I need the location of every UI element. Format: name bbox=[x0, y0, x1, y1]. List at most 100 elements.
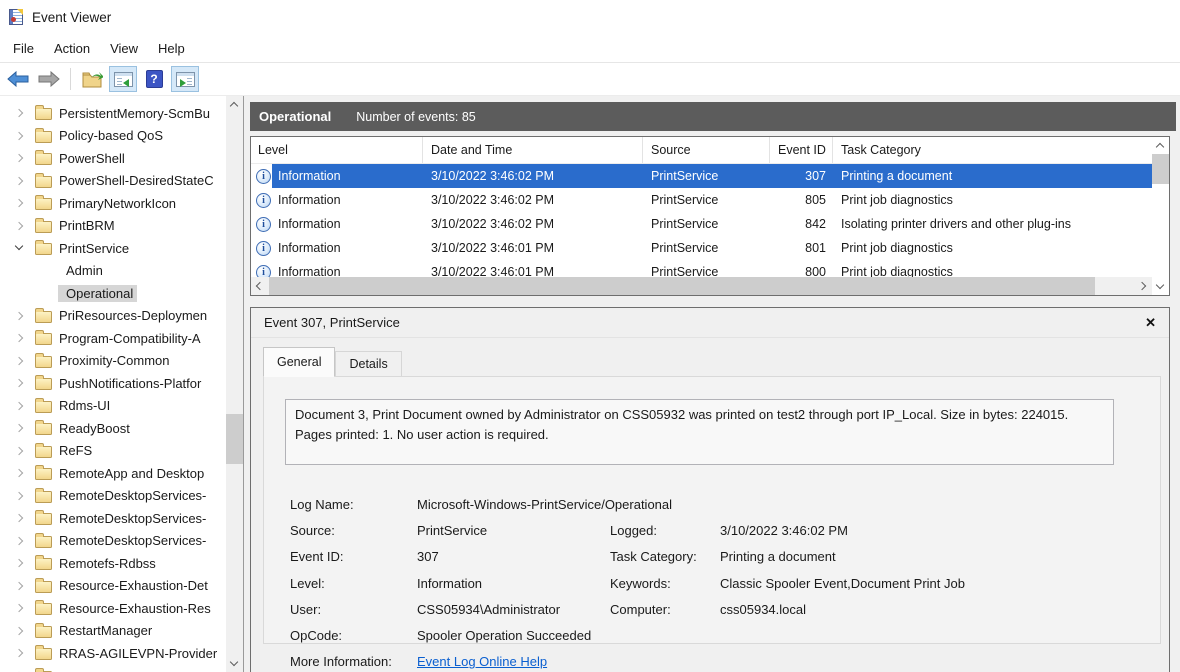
tree-item[interactable]: PowerShell bbox=[0, 147, 226, 170]
chevron-icon[interactable] bbox=[12, 375, 28, 391]
chevron-icon[interactable] bbox=[12, 195, 28, 211]
chevron-icon[interactable] bbox=[12, 150, 28, 166]
field-label-source: Source: bbox=[290, 523, 417, 538]
chevron-icon[interactable] bbox=[12, 443, 28, 459]
column-header-source[interactable]: Source bbox=[643, 137, 770, 163]
tree-item[interactable]: RestartManager bbox=[0, 620, 226, 643]
tree-item[interactable]: RRAS-AGILEVPN-Provider bbox=[0, 642, 226, 665]
scroll-left-icon[interactable] bbox=[251, 277, 268, 295]
console-tree-toggle-button[interactable] bbox=[109, 66, 137, 92]
field-label-event-id: Event ID: bbox=[290, 549, 417, 564]
chevron-icon[interactable] bbox=[12, 488, 28, 504]
chevron-icon[interactable] bbox=[12, 128, 28, 144]
chevron-icon[interactable] bbox=[12, 555, 28, 571]
scroll-up-icon[interactable] bbox=[1152, 137, 1169, 154]
table-vertical-scrollbar[interactable] bbox=[1152, 137, 1169, 295]
tree-item-label: RestartManager bbox=[59, 623, 152, 638]
tree-item[interactable]: RemoteDesktopServices- bbox=[0, 485, 226, 508]
information-icon bbox=[256, 217, 271, 232]
horizontal-scrollbar-thumb[interactable] bbox=[269, 277, 1095, 295]
chevron-icon[interactable] bbox=[12, 600, 28, 616]
chevron-icon[interactable] bbox=[12, 353, 28, 369]
tree-item[interactable]: Rdms-UI bbox=[0, 395, 226, 418]
menu-view[interactable]: View bbox=[100, 37, 148, 60]
forward-button[interactable] bbox=[35, 66, 63, 92]
menu-help[interactable]: Help bbox=[148, 37, 195, 60]
chevron-icon[interactable] bbox=[12, 105, 28, 121]
tree-item[interactable]: RemoteDesktopServices- bbox=[0, 530, 226, 553]
tree-item[interactable]: Policy-based QoS bbox=[0, 125, 226, 148]
information-icon bbox=[256, 193, 271, 208]
tree-item[interactable]: ReadyBoost bbox=[0, 417, 226, 440]
chevron-icon[interactable] bbox=[12, 668, 28, 672]
chevron-icon[interactable] bbox=[12, 645, 28, 661]
tree-item[interactable]: RemoteDesktopServices- bbox=[0, 507, 226, 530]
tree-item[interactable]: Resource-Exhaustion-Res bbox=[0, 597, 226, 620]
chevron-icon[interactable] bbox=[12, 398, 28, 414]
event-level: Information bbox=[278, 193, 341, 207]
chevron-icon[interactable] bbox=[12, 218, 28, 234]
tree-item[interactable]: ReFS bbox=[0, 440, 226, 463]
forward-arrow-icon bbox=[38, 71, 60, 87]
tree-item-label: Resource-Exhaustion-Det bbox=[59, 578, 208, 593]
tree-item[interactable]: PrintService bbox=[0, 237, 226, 260]
close-icon[interactable]: ✕ bbox=[1145, 315, 1156, 331]
chevron-icon[interactable] bbox=[12, 173, 28, 189]
event-task-category: Printing a document bbox=[833, 169, 1152, 183]
tree-item[interactable]: Proximity-Common bbox=[0, 350, 226, 373]
export-folder-button[interactable] bbox=[78, 66, 106, 92]
tree-item[interactable]: PowerShell-DesiredStateC bbox=[0, 170, 226, 193]
field-value-log-name: Microsoft-Windows-PrintService/Operation… bbox=[417, 497, 1160, 512]
tab-general[interactable]: General bbox=[263, 347, 335, 376]
tree-item[interactable]: PersistentMemory-ScmBu bbox=[0, 102, 226, 125]
chevron-icon[interactable] bbox=[12, 420, 28, 436]
column-header-task-category[interactable]: Task Category bbox=[833, 137, 1152, 163]
tree-item[interactable]: PriResources-Deploymen bbox=[0, 305, 226, 328]
chevron-icon[interactable] bbox=[12, 578, 28, 594]
back-button[interactable] bbox=[4, 66, 32, 92]
help-button[interactable]: ? bbox=[140, 66, 168, 92]
tree-item[interactable]: RemoteApp and Desktop bbox=[0, 462, 226, 485]
sidebar-scrollbar[interactable] bbox=[226, 96, 243, 672]
sidebar-scrollbar-thumb[interactable] bbox=[226, 414, 243, 464]
tree-item[interactable]: PrimaryNetworkIcon bbox=[0, 192, 226, 215]
tree-item[interactable]: Resource-Exhaustion-Det bbox=[0, 575, 226, 598]
chevron-icon[interactable] bbox=[12, 308, 28, 324]
chevron-icon[interactable] bbox=[12, 330, 28, 346]
general-tab-content: Document 3, Print Document owned by Admi… bbox=[263, 376, 1161, 644]
action-pane-toggle-button[interactable] bbox=[171, 66, 199, 92]
chevron-icon[interactable] bbox=[12, 623, 28, 639]
tree-item-label: Admin bbox=[66, 263, 103, 278]
chevron-icon[interactable] bbox=[12, 465, 28, 481]
column-header-event-id[interactable]: Event ID bbox=[770, 137, 833, 163]
column-header-level[interactable]: Level bbox=[251, 137, 423, 163]
scroll-up-icon[interactable] bbox=[226, 96, 243, 113]
tree-item[interactable] bbox=[0, 665, 226, 672]
event-row[interactable]: Information 3/10/2022 3:46:02 PM PrintSe… bbox=[251, 212, 1152, 236]
event-log-online-help-link[interactable]: Event Log Online Help bbox=[417, 654, 547, 669]
tree-item[interactable]: Operational bbox=[0, 282, 226, 305]
tree-item[interactable]: Remotefs-Rdbss bbox=[0, 552, 226, 575]
event-description: Document 3, Print Document owned by Admi… bbox=[285, 399, 1114, 465]
tree-item[interactable]: Admin bbox=[0, 260, 226, 283]
menu-action[interactable]: Action bbox=[44, 37, 100, 60]
table-scrollbar-thumb[interactable] bbox=[1152, 154, 1169, 184]
chevron-icon[interactable] bbox=[12, 533, 28, 549]
event-row[interactable]: Information 3/10/2022 3:46:02 PM PrintSe… bbox=[251, 188, 1152, 212]
information-icon bbox=[256, 241, 271, 256]
tree-item[interactable]: Program-Compatibility-A bbox=[0, 327, 226, 350]
scroll-right-icon[interactable] bbox=[1135, 277, 1152, 295]
scroll-down-icon[interactable] bbox=[1152, 278, 1169, 295]
tree-item[interactable]: PrintBRM bbox=[0, 215, 226, 238]
chevron-icon[interactable] bbox=[12, 510, 28, 526]
menu-file[interactable]: File bbox=[3, 37, 44, 60]
event-row[interactable]: Information 3/10/2022 3:46:01 PM PrintSe… bbox=[251, 236, 1152, 260]
table-horizontal-scrollbar[interactable] bbox=[251, 277, 1152, 295]
tree-item[interactable]: PushNotifications-Platfor bbox=[0, 372, 226, 395]
scroll-down-icon[interactable] bbox=[226, 655, 243, 672]
column-header-date-and-time[interactable]: Date and Time bbox=[423, 137, 643, 163]
chevron-icon[interactable] bbox=[12, 240, 28, 256]
tab-details[interactable]: Details bbox=[335, 351, 401, 376]
event-row[interactable]: Information 3/10/2022 3:46:02 PM PrintSe… bbox=[251, 164, 1152, 188]
tree-item-icon bbox=[35, 378, 52, 390]
